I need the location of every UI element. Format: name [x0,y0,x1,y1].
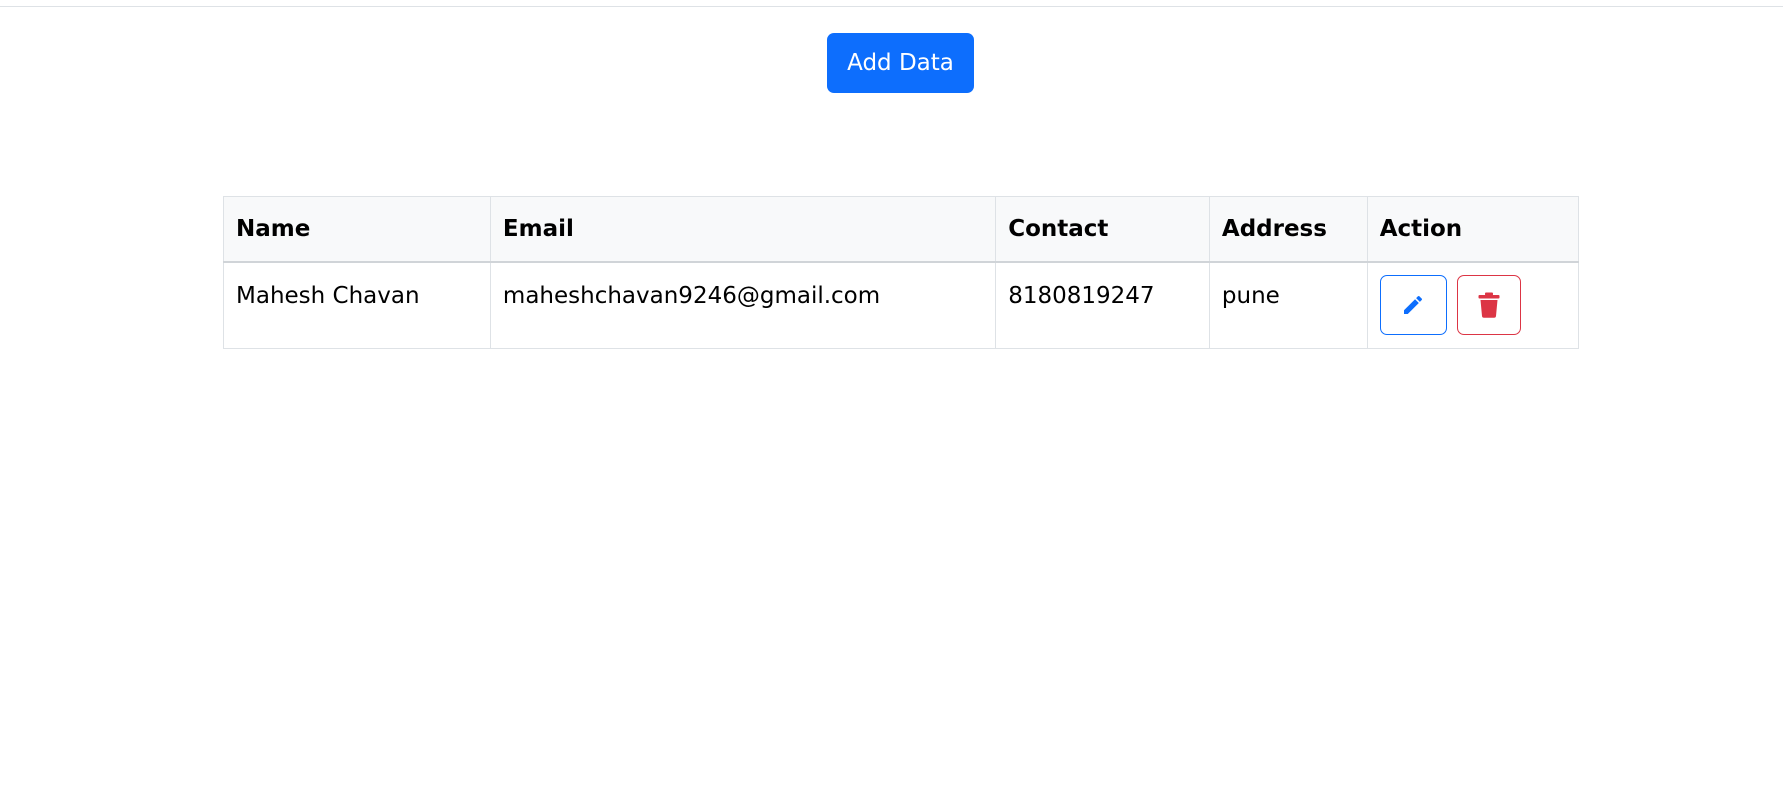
column-header-email: Email [489,196,997,263]
table-row: Mahesh Chavan maheshchavan9246@gmail.com… [223,261,1580,349]
edit-button[interactable] [1379,275,1447,335]
cell-address: pune [1208,261,1368,349]
top-divider [0,6,1783,7]
cell-action [1366,261,1580,349]
data-table: Name Email Contact Address Action Mahesh… [223,196,1580,349]
column-header-address: Address [1208,196,1368,263]
table-header: Name Email Contact Address Action [223,196,1580,263]
cell-name: Mahesh Chavan [223,261,491,349]
cell-email: maheshchavan9246@gmail.com [489,261,997,349]
cell-contact: 8180819247 [995,261,1210,349]
delete-button[interactable] [1457,275,1521,335]
column-header-contact: Contact [995,196,1210,263]
table-body: Mahesh Chavan maheshchavan9246@gmail.com… [223,261,1580,349]
pencil-icon [1404,295,1423,314]
trash-icon [1478,292,1500,318]
column-header-name: Name [223,196,491,263]
column-header-action: Action [1366,196,1580,263]
header-row: Name Email Contact Address Action [223,196,1580,263]
add-data-button[interactable]: Add Data [827,33,974,93]
